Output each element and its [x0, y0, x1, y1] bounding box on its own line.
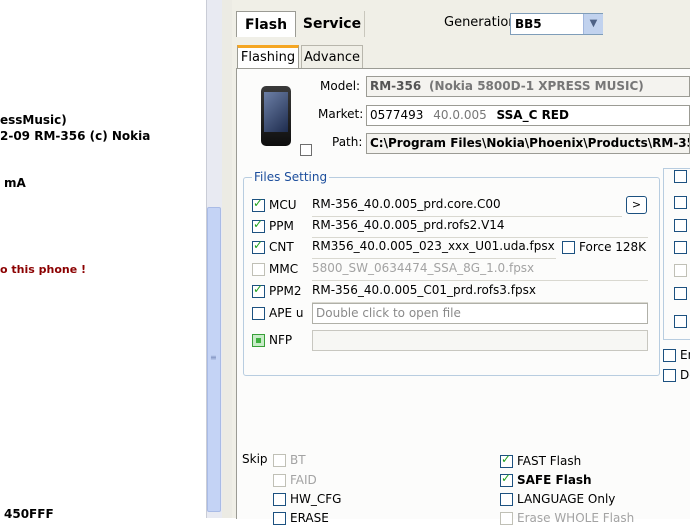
mcu-more-button[interactable]: > [626, 196, 647, 214]
ape-checkbox[interactable] [252, 307, 265, 320]
ppm2-checkbox[interactable] [252, 282, 265, 298]
ppm-file[interactable]: RM-356_40.0.005_prd.rofs2.V14 [312, 216, 648, 238]
log-line: 450FFF [4, 507, 54, 521]
right-checkbox-7[interactable] [674, 315, 687, 328]
mmc-file[interactable]: 5800_SW_0634474_SSA_8G_1.0.fpsx [312, 259, 648, 281]
tab-flash[interactable]: Flash [236, 11, 296, 37]
skip-bt-label: BT [290, 453, 306, 467]
phone-screen-icon [264, 92, 288, 132]
cnt-checkbox[interactable] [252, 238, 265, 254]
ppm-label: PPM [269, 219, 294, 233]
skip-label: Skip [242, 452, 268, 466]
skip-hwcfg-checkbox[interactable] [273, 493, 286, 506]
right-checkbox-5[interactable] [674, 264, 687, 277]
cnt-file[interactable]: RM356_40.0.005_023_xxx_U01.uda.fpsx [312, 237, 556, 259]
erase-whole-flash-checkbox[interactable] [500, 512, 513, 525]
tab-advance[interactable]: Advance [301, 45, 363, 69]
ppm2-file[interactable]: RM-356_40.0.005_C01_prd.rofs3.fpsx [312, 281, 648, 303]
ppm-checkbox[interactable] [252, 217, 265, 233]
skip-bt-checkbox[interactable] [273, 454, 286, 467]
force-128k-checkbox[interactable] [562, 241, 575, 254]
skip-faid-checkbox[interactable] [273, 474, 286, 487]
mmc-label: MMC [269, 262, 299, 276]
nfp-label: NFP [269, 333, 293, 347]
model-code: RM-356 [370, 79, 422, 93]
ppm2-label: PPM2 [269, 284, 302, 298]
language-only-label: LANGUAGE Only [517, 492, 616, 506]
fast-flash-label: FAST Flash [517, 454, 582, 468]
language-only-checkbox[interactable] [500, 493, 513, 506]
model-name: (Nokia 5800D-1 XPRESS MUSIC) [429, 79, 644, 93]
safe-flash-checkbox[interactable] [500, 471, 513, 487]
market-version: 40.0.005 [433, 108, 487, 122]
mcu-checkbox[interactable] [252, 196, 265, 212]
log-line-warning: o this phone ! [0, 263, 87, 276]
chevron-down-icon[interactable]: ▼ [583, 14, 603, 34]
model-field: RM-356 (Nokia 5800D-1 XPRESS MUSIC) [366, 76, 690, 97]
mcu-file[interactable]: RM-356_40.0.005_prd.core.C00 [312, 195, 622, 217]
ape-label: APE u [269, 306, 304, 320]
right-checkbox-1[interactable] [674, 170, 687, 183]
tab-flashing[interactable]: Flashing [237, 45, 299, 69]
force-128k-label: Force 128K [579, 240, 647, 254]
right-checkbox-2[interactable] [674, 196, 687, 209]
grip-icon: ≡ [210, 353, 217, 362]
skip-erase-checkbox[interactable] [273, 512, 286, 525]
right-checkbox-6[interactable] [674, 287, 687, 300]
skip-erase-label: ERASE [290, 511, 329, 525]
erase-whole-flash-label: Erase WHOLE Flash [517, 511, 635, 525]
ape-file[interactable]: Double click to open file [312, 303, 648, 324]
right-checkbox-3[interactable] [674, 219, 687, 232]
log-line: 2-09 RM-356 (c) Nokia [0, 129, 151, 143]
market-name: SSA_C RED [496, 108, 569, 122]
log-line: essMusic) [0, 113, 67, 127]
path-field: C:\Program Files\Nokia\Phoenix\Products\… [366, 133, 690, 154]
safe-flash-label: SAFE Flash [517, 473, 592, 487]
cnt-label: CNT [269, 240, 294, 254]
nfp-file[interactable] [312, 330, 648, 351]
model-label: Model: [320, 79, 361, 93]
nfp-checkbox[interactable] [252, 334, 265, 347]
right-option-do-checkbox[interactable] [663, 369, 676, 382]
mcu-label: MCU [269, 198, 297, 212]
skip-faid-label: FAID [290, 473, 317, 487]
log-line: mA [4, 176, 26, 190]
market-field: 0577493 40.0.005 SSA_C RED [366, 105, 690, 126]
path-label: Path: [332, 135, 363, 149]
right-option-en-label: En [680, 348, 690, 362]
right-checkbox-4[interactable] [674, 241, 687, 254]
market-label: Market: [318, 107, 364, 121]
market-code: 0577493 [370, 108, 424, 122]
fast-flash-checkbox[interactable] [500, 452, 513, 468]
files-setting-title: Files Setting [252, 170, 330, 184]
mmc-checkbox[interactable] [252, 263, 265, 276]
right-option-en-checkbox[interactable] [663, 349, 676, 362]
tab-service[interactable]: Service [300, 11, 365, 37]
splitter[interactable] [222, 0, 232, 518]
skip-hwcfg-label: HW_CFG [290, 492, 342, 506]
right-option-do-label: Do [680, 368, 690, 382]
log-panel: essMusic) 2-09 RM-356 (c) Nokia mA o thi… [0, 0, 206, 521]
phone-image-button[interactable] [300, 144, 312, 156]
